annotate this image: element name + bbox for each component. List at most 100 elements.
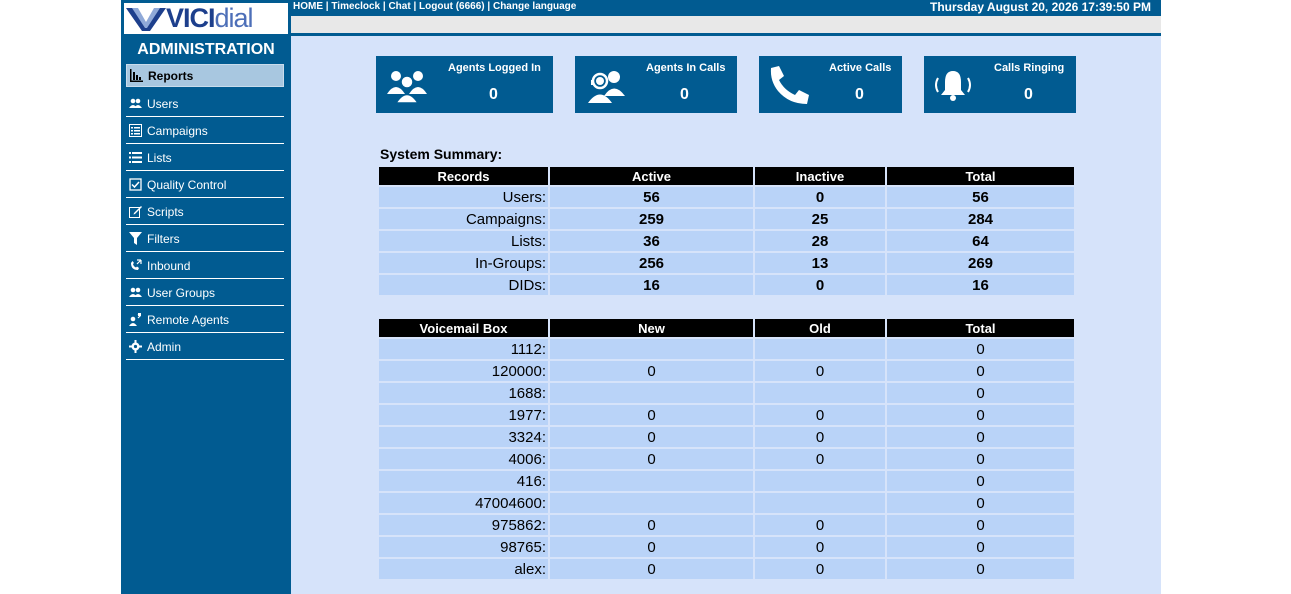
card-calls-ringing[interactable]: Calls Ringing 0 (924, 56, 1076, 113)
logo-text-vici: VICI (166, 3, 216, 33)
row-label-cell[interactable]: 416: (379, 471, 548, 491)
value-cell: 56 (550, 187, 753, 207)
value-cell: 0 (550, 559, 753, 579)
value-cell: 0 (887, 383, 1074, 403)
sidebar-item-quality-control[interactable]: Quality Control (126, 172, 284, 198)
card-agents-logged-in[interactable]: Agents Logged In 0 (376, 56, 553, 113)
table-row: Campaigns: 259 25 284 (379, 209, 1074, 229)
value-cell: 259 (550, 209, 753, 229)
value-cell (755, 339, 885, 359)
card-count: 0 (680, 86, 689, 103)
sidebar-item-users[interactable]: Users (126, 91, 284, 117)
table-row: Users: 56 0 56 (379, 187, 1074, 207)
row-label-cell[interactable]: 120000: (379, 361, 548, 381)
sidebar-item-lists[interactable]: Lists (126, 145, 284, 171)
value-cell: 269 (887, 253, 1074, 273)
card-agents-in-calls[interactable]: Agents In Calls 0 (575, 56, 737, 113)
value-cell: 0 (755, 361, 885, 381)
value-cell: 0 (755, 449, 885, 469)
row-label-cell[interactable]: 3324: (379, 427, 548, 447)
value-cell: 0 (887, 471, 1074, 491)
card-count: 0 (489, 86, 498, 103)
sidebar-item-reports[interactable]: Reports (126, 64, 284, 87)
table-row: In-Groups: 256 13 269 (379, 253, 1074, 273)
sidebar-item-scripts[interactable]: Scripts (126, 199, 284, 225)
row-label-cell[interactable]: 1977: (379, 405, 548, 425)
card-title: Active Calls (829, 62, 892, 74)
logout-link[interactable]: Logout (6666) (419, 1, 485, 12)
link-separator: | (484, 1, 493, 12)
value-cell: 284 (887, 209, 1074, 229)
column-header: Total (887, 167, 1074, 185)
filter-icon (128, 232, 142, 246)
value-cell (550, 493, 753, 513)
checkbox-icon (128, 178, 142, 192)
value-cell: 0 (755, 537, 885, 557)
value-cell: 0 (550, 449, 753, 469)
row-label-cell[interactable]: alex: (379, 559, 548, 579)
chat-link[interactable]: Chat (388, 1, 410, 12)
row-label-cell[interactable]: 1112: (379, 339, 548, 359)
sidebar-title: ADMINISTRATION (137, 41, 275, 58)
value-cell: 0 (755, 405, 885, 425)
sidebar-nav: Reports Users Campaigns Lists Quality Co… (126, 64, 284, 361)
table-row: 416: 0 (379, 471, 1074, 491)
list-table-icon (128, 124, 142, 138)
table-row: DIDs: 16 0 16 (379, 275, 1074, 295)
sidebar-item-label: Campaigns (147, 123, 208, 138)
row-label-cell[interactable]: 98765: (379, 537, 548, 557)
sidebar-item-label: User Groups (147, 285, 216, 300)
value-cell (755, 493, 885, 513)
row-label-cell[interactable]: 47004600: (379, 493, 548, 513)
bar-chart-icon (129, 69, 143, 83)
value-cell: 0 (887, 515, 1074, 535)
row-label-cell: Users: (379, 187, 548, 207)
card-active-calls[interactable]: Active Calls 0 (759, 56, 902, 113)
table-row: 4006: 0 0 0 (379, 449, 1074, 469)
value-cell: 25 (755, 209, 885, 229)
sidebar-item-inbound[interactable]: Inbound (126, 253, 284, 279)
system-summary-label: System Summary: (380, 146, 503, 162)
row-label-cell: Campaigns: (379, 209, 548, 229)
users-icon (128, 286, 142, 300)
column-header: New (550, 319, 753, 337)
sidebar-item-label: Users (147, 96, 179, 111)
headset-agents-icon (588, 71, 625, 103)
value-cell: 0 (550, 427, 753, 447)
row-label-cell[interactable]: 4006: (379, 449, 548, 469)
change-language-link[interactable]: Change language (493, 1, 576, 12)
row-label-cell[interactable]: 1688: (379, 383, 548, 403)
row-label-cell[interactable]: 975862: (379, 515, 548, 535)
link-separator: | (410, 1, 420, 12)
home-link[interactable]: HOME (293, 1, 323, 12)
sidebar-item-label: Inbound (147, 258, 191, 273)
value-cell: 0 (550, 405, 753, 425)
value-cell: 0 (755, 515, 885, 535)
voicemail-table: Voicemail Box New Old Total 1112: 0 120000… (377, 317, 1076, 581)
sidebar-item-remote-agents[interactable]: Remote Agents (126, 307, 284, 333)
value-cell: 13 (755, 253, 885, 273)
top-header: HOME | Timeclock | Chat | Logout (6666) … (291, 0, 1161, 16)
sidebar-item-user-groups[interactable]: User Groups (126, 280, 284, 306)
ringing-bell-icon (935, 71, 971, 101)
sidebar-item-filters[interactable]: Filters (126, 226, 284, 252)
header-subbar (291, 16, 1161, 33)
edit-icon (128, 205, 142, 219)
sidebar-item-admin[interactable]: Admin (126, 334, 284, 360)
value-cell: 0 (755, 187, 885, 207)
column-header: Old (755, 319, 885, 337)
main-content: Agents Logged In 0 Agents In Calls 0 Act… (291, 36, 1161, 594)
value-cell: 0 (887, 537, 1074, 557)
header-links: HOME | Timeclock | Chat | Logout (6666) … (293, 1, 576, 12)
table-header-row: Voicemail Box New Old Total (379, 319, 1074, 337)
sidebar-item-label: Reports (148, 68, 194, 83)
sidebar-item-campaigns[interactable]: Campaigns (126, 118, 284, 144)
sidebar: VICI dial ADMINISTRATION Reports Users Ca… (121, 0, 291, 594)
timeclock-link[interactable]: Timeclock (331, 1, 380, 12)
sidebar-item-label: Lists (147, 150, 172, 165)
value-cell: 0 (550, 515, 753, 535)
value-cell: 0 (755, 275, 885, 295)
row-label-cell: Lists: (379, 231, 548, 251)
vicidial-logo[interactable]: VICI dial (124, 3, 288, 34)
value-cell: 0 (887, 405, 1074, 425)
